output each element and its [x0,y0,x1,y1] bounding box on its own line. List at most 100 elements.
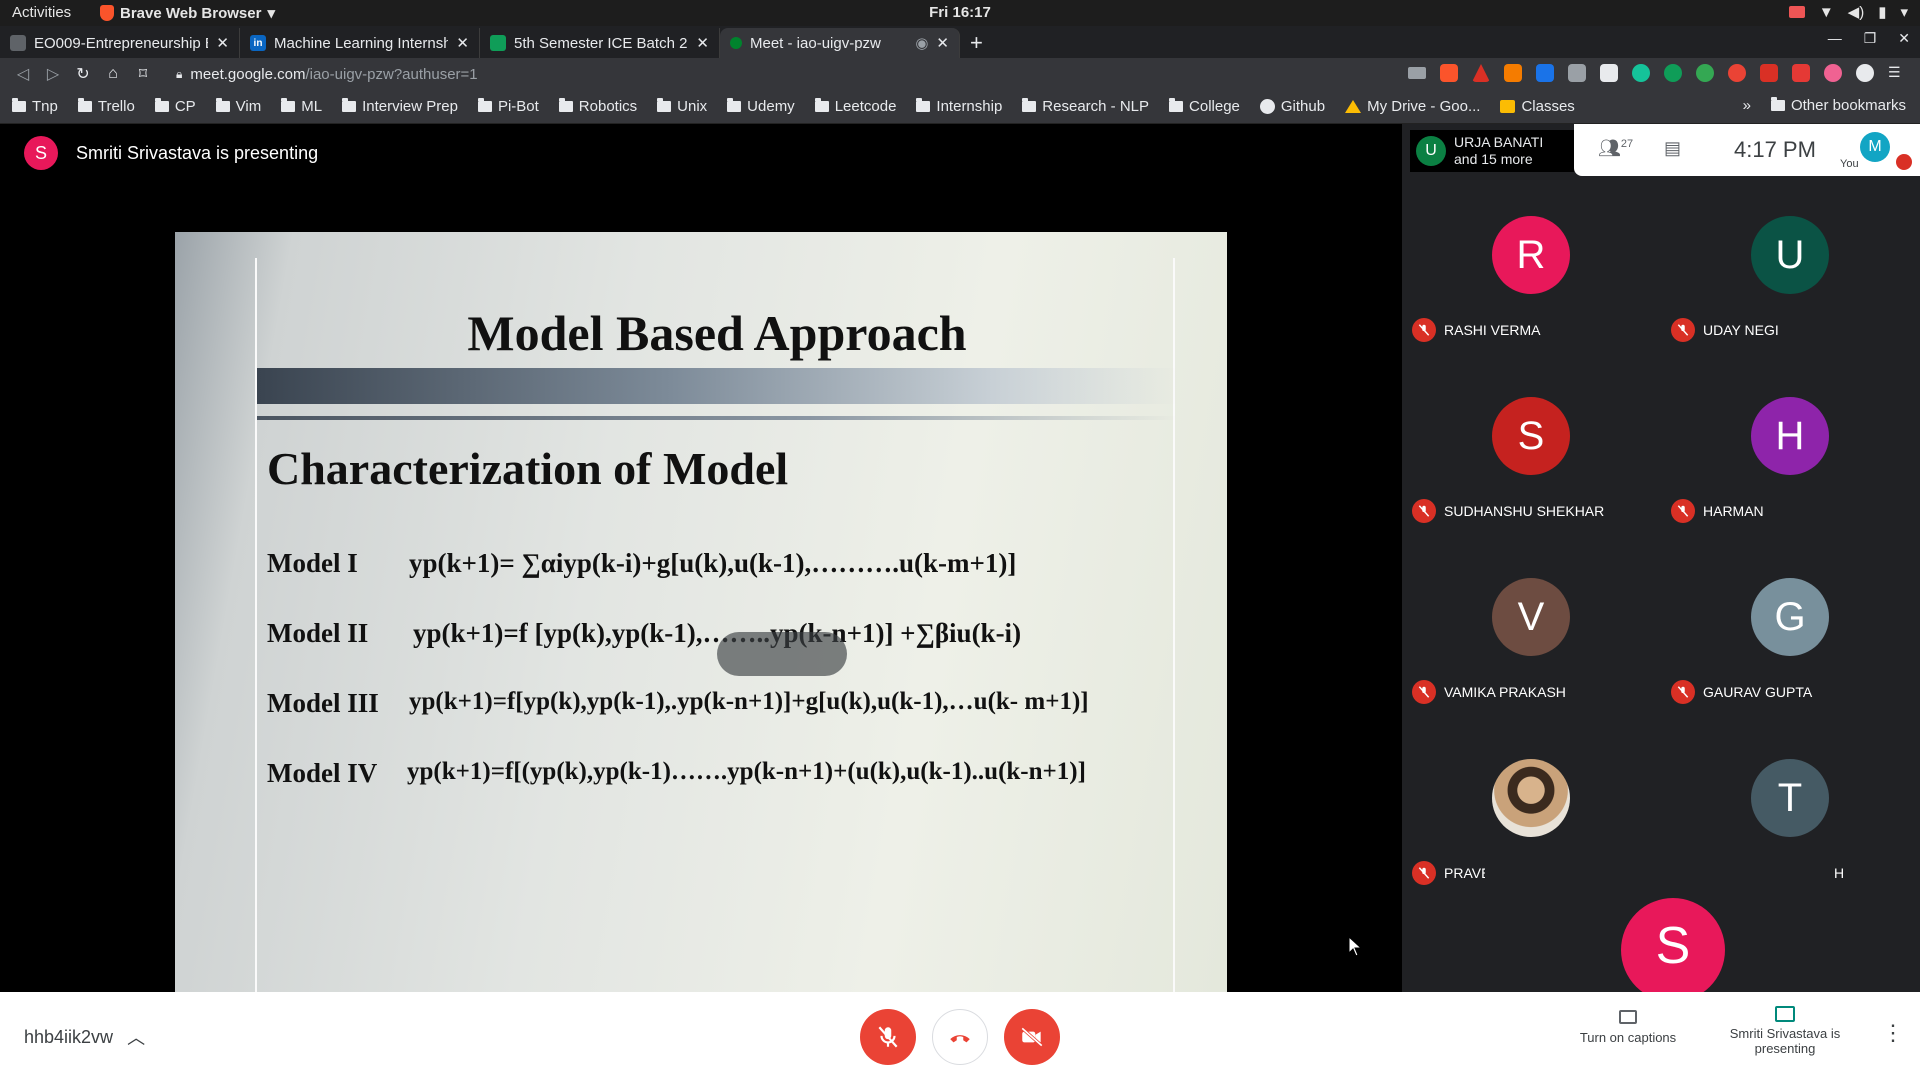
chevron-down-icon: ▾ [1900,4,1908,21]
chat-icon[interactable]: ▤ [1664,138,1681,159]
meeting-clock: 4:17 PM [1734,137,1816,162]
bookmark-folder[interactable]: Leetcode [814,98,896,115]
tab-entrepreneurship[interactable]: EO009-Entrepreneurship B ✕ [0,28,240,58]
folder-icon [916,98,931,112]
bookmark-folder[interactable]: Internship [916,98,1002,115]
participant-tile[interactable]: V VAMIKA PRAKASH [1402,538,1660,719]
extension-icon[interactable] [1760,64,1778,82]
bookmark-folder[interactable]: College [1169,98,1240,115]
bookmark-folder[interactable]: Trello [77,98,135,115]
system-tray[interactable]: ▼ ◀) ▮ ▾ [1788,3,1908,21]
presentation-button[interactable]: Smriti Srivastava is presenting [1722,1006,1848,1056]
grammarly-icon[interactable] [1632,64,1650,82]
close-icon[interactable]: ✕ [936,34,949,52]
close-window-icon[interactable]: ✕ [1898,30,1910,47]
extension-icon[interactable] [1504,64,1522,82]
participant-tile[interactable]: S SUDHANSHU SHEKHAR [1402,357,1660,538]
extension-icon[interactable] [1696,64,1714,82]
address-bar[interactable]: 🔒︎ meet.google.com/iao-uigv-pzw?authuser… [176,62,1476,86]
close-icon[interactable]: ✕ [216,34,229,52]
meeting-details-button[interactable]: hhb4iik2vw ︿ [24,1024,145,1050]
avatar: U [1416,136,1446,166]
back-icon[interactable]: ◁ [8,64,38,84]
extension-icon[interactable] [1824,64,1842,82]
extension-icon[interactable] [1728,64,1746,82]
bookmark-github[interactable]: Github [1259,98,1325,115]
bookmark-folder[interactable]: Tnp [12,98,58,115]
bookmark-folder[interactable]: CP [154,98,196,115]
captions-label: Turn on captions [1579,1030,1677,1045]
meet-icon [730,37,742,49]
brave-rewards-icon[interactable] [1472,64,1490,82]
bookmark-folder[interactable]: Robotics [558,98,637,115]
activities-button[interactable]: Activities [12,4,71,21]
mic-off-icon [1671,499,1695,523]
brave-shields-icon[interactable] [1440,64,1458,82]
camera-icon[interactable] [1408,67,1426,79]
tab-ice-batch[interactable]: 5th Semester ICE Batch 2 ✕ [480,28,720,58]
os-top-bar: Activities Brave Web Browser ▾ Fri 16:17… [0,0,1920,26]
bookmark-classes[interactable]: Classes [1500,98,1575,115]
participant-name: RASHI VERMA [1444,322,1541,338]
bookmark-folder[interactable]: ML [281,98,322,115]
extension-icon[interactable] [1600,64,1618,82]
app-menu[interactable]: Brave Web Browser ▾ [100,4,275,22]
bookmark-label: Tnp [32,98,58,115]
bookmark-folder[interactable]: Pi-Bot [477,98,539,115]
shared-slide: Model Based Approach Characterization of… [175,232,1227,992]
bookmark-folder[interactable]: Research - NLP [1022,98,1149,115]
self-avatar[interactable]: M [1860,132,1890,162]
bookmark-folder[interactable]: Interview Prep [342,98,458,115]
extensions-area: ☰ [1408,64,1906,82]
captions-button[interactable]: Turn on captions [1568,1010,1688,1045]
extension-icon[interactable] [1664,64,1682,82]
extension-icon[interactable] [1536,64,1554,82]
folder-icon [1022,98,1037,112]
bookmark-drive[interactable]: My Drive - Goo... [1345,98,1480,115]
tab-meet[interactable]: Meet - iao-uigv-pzw ◉ ✕ [720,28,960,58]
folder-icon [77,98,92,112]
minimize-icon[interactable]: — [1828,30,1842,47]
restore-icon[interactable]: ❐ [1864,30,1877,47]
bookmark-folder[interactable]: Vim [215,98,261,115]
people-icon[interactable]: 👥︎27 [1598,138,1633,159]
meeting-participants-summary[interactable]: U URJA BANATI and 15 more [1410,130,1574,172]
menu-icon[interactable]: ☰ [1888,64,1906,82]
folder-icon [12,98,26,112]
extension-icon[interactable] [1792,64,1810,82]
system-clock[interactable]: Fri 16:17 [929,4,991,21]
participant-tile[interactable]: R RASHI VERMA [1402,176,1660,357]
forward-icon[interactable]: ▷ [38,64,68,84]
page-icon [10,35,26,51]
extension-icon[interactable] [1856,64,1874,82]
model-equation: yp(k+1)=f[yp(k),yp(k-1),.yp(k-n+1)]+g[u(… [409,688,1089,715]
brave-logo-icon [100,5,114,21]
participant-name: UDAY NEGI [1703,322,1779,338]
extension-icon[interactable] [1568,64,1586,82]
other-bookmarks-folder[interactable]: Other bookmarks [1770,97,1906,114]
participant-tile[interactable]: U UDAY NEGI [1661,176,1919,357]
home-icon[interactable]: ⌂ [98,65,128,83]
close-icon[interactable]: ✕ [456,34,469,52]
new-tab-button[interactable]: + [960,28,993,58]
close-icon[interactable]: ✕ [696,34,709,52]
participant-tile[interactable]: S [1485,850,1835,1002]
tab-ml-internship[interactable]: in Machine Learning Internsh ✕ [240,28,480,58]
participant-tile[interactable]: G GAURAV GUPTA [1661,538,1919,719]
bookmark-folder[interactable]: Unix [657,98,707,115]
presenting-label: Smriti Srivastava is presenting [1729,1026,1841,1056]
mic-toggle-button[interactable] [860,1009,916,1065]
participant-tile[interactable]: H HARMAN [1661,357,1919,538]
bookmark-icon[interactable]: ⌑ [128,64,158,84]
bookmarks-overflow-button[interactable]: » [1743,97,1751,114]
bookmark-folder[interactable]: Udemy [727,98,795,115]
leave-call-button[interactable] [932,1009,988,1065]
camera-toggle-button[interactable] [1004,1009,1060,1065]
slide-title: Model Based Approach [467,305,967,361]
bookmark-label: Other bookmarks [1790,97,1906,114]
hang-up-icon [950,1035,970,1043]
reload-icon[interactable]: ↻ [68,64,98,84]
more-options-icon[interactable]: ⋮ [1882,1020,1904,1046]
avatar: T [1751,759,1829,837]
slide-toolbar[interactable] [717,632,847,676]
